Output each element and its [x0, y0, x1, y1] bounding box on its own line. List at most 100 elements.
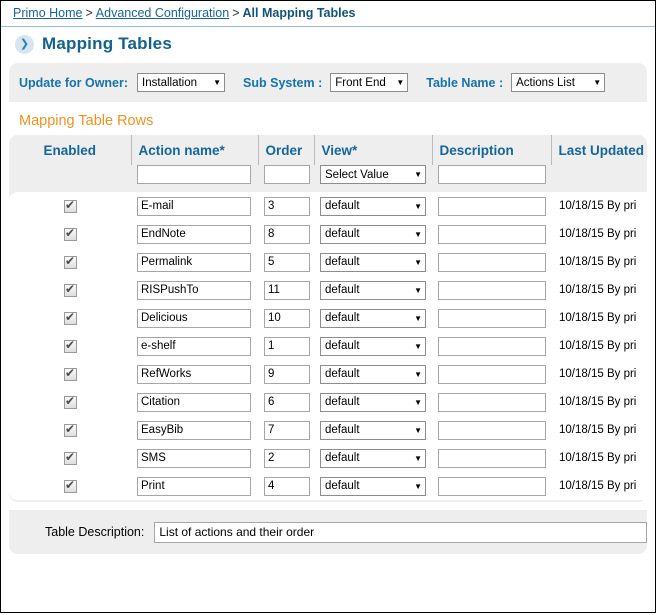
action-name-input[interactable] — [137, 420, 251, 440]
order-input[interactable] — [264, 420, 310, 440]
enabled-checkbox[interactable] — [63, 282, 77, 298]
filter-order-input[interactable] — [264, 165, 310, 184]
view-select[interactable]: default ▼ — [320, 420, 426, 440]
cell-view: default ▼ — [314, 248, 432, 276]
description-input[interactable] — [438, 336, 546, 356]
filter-cell-enabled — [9, 165, 131, 192]
table-row: default ▼ 10/18/15 By pri — [9, 248, 647, 276]
table-description-input[interactable] — [154, 521, 647, 543]
action-name-input[interactable] — [137, 280, 251, 300]
enabled-checkbox[interactable] — [63, 310, 77, 326]
description-input[interactable] — [438, 420, 546, 440]
cell-description — [432, 444, 551, 472]
order-input[interactable] — [264, 364, 310, 384]
cell-action-name — [131, 304, 258, 332]
table-row: default ▼ 10/18/15 By pri — [9, 360, 647, 388]
description-input[interactable] — [438, 448, 546, 468]
enabled-checkbox[interactable] — [63, 478, 77, 494]
filter-cell-description — [432, 165, 551, 192]
description-input[interactable] — [438, 308, 546, 328]
enabled-checkbox[interactable] — [63, 254, 77, 270]
filter-action-name-input[interactable] — [137, 165, 251, 184]
table-description-bar: Table Description: — [9, 510, 647, 554]
breadcrumb-link-advanced-configuration[interactable]: Advanced Configuration — [96, 6, 229, 20]
action-name-input[interactable] — [137, 364, 251, 384]
chevron-down-icon: ▼ — [414, 170, 422, 179]
mapping-table-grid: Enabled Action name* Order View* Descrip… — [9, 135, 647, 502]
chevron-down-icon: ▼ — [593, 78, 602, 87]
grid-filter-row: Select Value ▼ — [9, 165, 647, 192]
description-input[interactable] — [438, 364, 546, 384]
view-select[interactable]: default ▼ — [320, 196, 426, 216]
description-input[interactable] — [438, 196, 546, 216]
cell-view: default ▼ — [314, 192, 432, 220]
filter-description-input[interactable] — [438, 165, 546, 184]
sub-system-select-value: Front End — [335, 76, 386, 89]
grid-header-row: Enabled Action name* Order View* Descrip… — [9, 135, 647, 165]
table-name-select[interactable]: Actions List ▼ — [511, 73, 606, 92]
action-name-input[interactable] — [137, 392, 251, 412]
order-input[interactable] — [264, 252, 310, 272]
column-header-view: View* — [313, 135, 432, 165]
enabled-checkbox[interactable] — [63, 394, 77, 410]
chevron-down-icon: ▼ — [414, 201, 422, 211]
owner-select[interactable]: Installation ▼ — [137, 73, 226, 92]
order-input[interactable] — [264, 280, 310, 300]
cell-enabled — [9, 192, 131, 220]
order-input[interactable] — [264, 224, 310, 244]
view-select[interactable]: default ▼ — [320, 336, 426, 356]
cell-description — [432, 472, 551, 500]
cell-enabled — [9, 248, 131, 276]
cell-last-updated: 10/18/15 By pri — [551, 220, 647, 248]
cell-action-name — [131, 248, 258, 276]
enabled-checkbox[interactable] — [63, 226, 77, 242]
description-input[interactable] — [438, 476, 546, 496]
description-input[interactable] — [438, 252, 546, 272]
column-header-description: Description — [431, 135, 551, 165]
description-input[interactable] — [438, 280, 546, 300]
filter-cell-order — [258, 165, 314, 192]
view-select[interactable]: default ▼ — [320, 252, 426, 272]
view-select[interactable]: default ▼ — [320, 364, 426, 384]
action-name-input[interactable] — [137, 224, 251, 244]
enabled-checkbox[interactable] — [63, 338, 77, 354]
sub-system-select[interactable]: Front End ▼ — [330, 73, 409, 92]
view-select[interactable]: default ▼ — [320, 392, 426, 412]
order-input[interactable] — [264, 336, 310, 356]
action-name-input[interactable] — [137, 448, 251, 468]
action-name-input[interactable] — [137, 196, 251, 216]
view-select[interactable]: default ▼ — [320, 224, 426, 244]
enabled-checkbox[interactable] — [63, 422, 77, 438]
filter-view-select[interactable]: Select Value ▼ — [320, 165, 426, 184]
action-name-input[interactable] — [137, 252, 251, 272]
action-name-input[interactable] — [137, 308, 251, 328]
column-header-order: Order — [257, 135, 314, 165]
order-input[interactable] — [264, 196, 310, 216]
order-input[interactable] — [264, 476, 310, 496]
cell-view: default ▼ — [314, 304, 432, 332]
cell-order — [258, 192, 314, 220]
cell-action-name — [131, 444, 258, 472]
enabled-checkbox[interactable] — [63, 450, 77, 466]
view-select[interactable]: default ▼ — [320, 308, 426, 328]
view-select[interactable]: default ▼ — [320, 448, 426, 468]
description-input[interactable] — [438, 224, 546, 244]
description-input[interactable] — [438, 392, 546, 412]
action-name-input[interactable] — [137, 476, 251, 496]
cell-order — [258, 248, 314, 276]
order-input[interactable] — [264, 392, 310, 412]
enabled-checkbox[interactable] — [63, 366, 77, 382]
view-select[interactable]: default ▼ — [320, 280, 426, 300]
chevron-down-icon: ▼ — [414, 481, 422, 491]
table-row: default ▼ 10/18/15 By pri — [9, 472, 647, 500]
order-input[interactable] — [264, 448, 310, 468]
enabled-checkbox[interactable] — [63, 198, 77, 214]
cell-view: default ▼ — [314, 388, 432, 416]
breadcrumb-link-primo-home[interactable]: Primo Home — [13, 6, 82, 20]
action-name-input[interactable] — [137, 336, 251, 356]
order-input[interactable] — [264, 308, 310, 328]
view-select-value: default — [325, 368, 360, 380]
cell-view: default ▼ — [314, 472, 432, 500]
cell-enabled — [9, 276, 131, 304]
view-select[interactable]: default ▼ — [320, 476, 426, 496]
